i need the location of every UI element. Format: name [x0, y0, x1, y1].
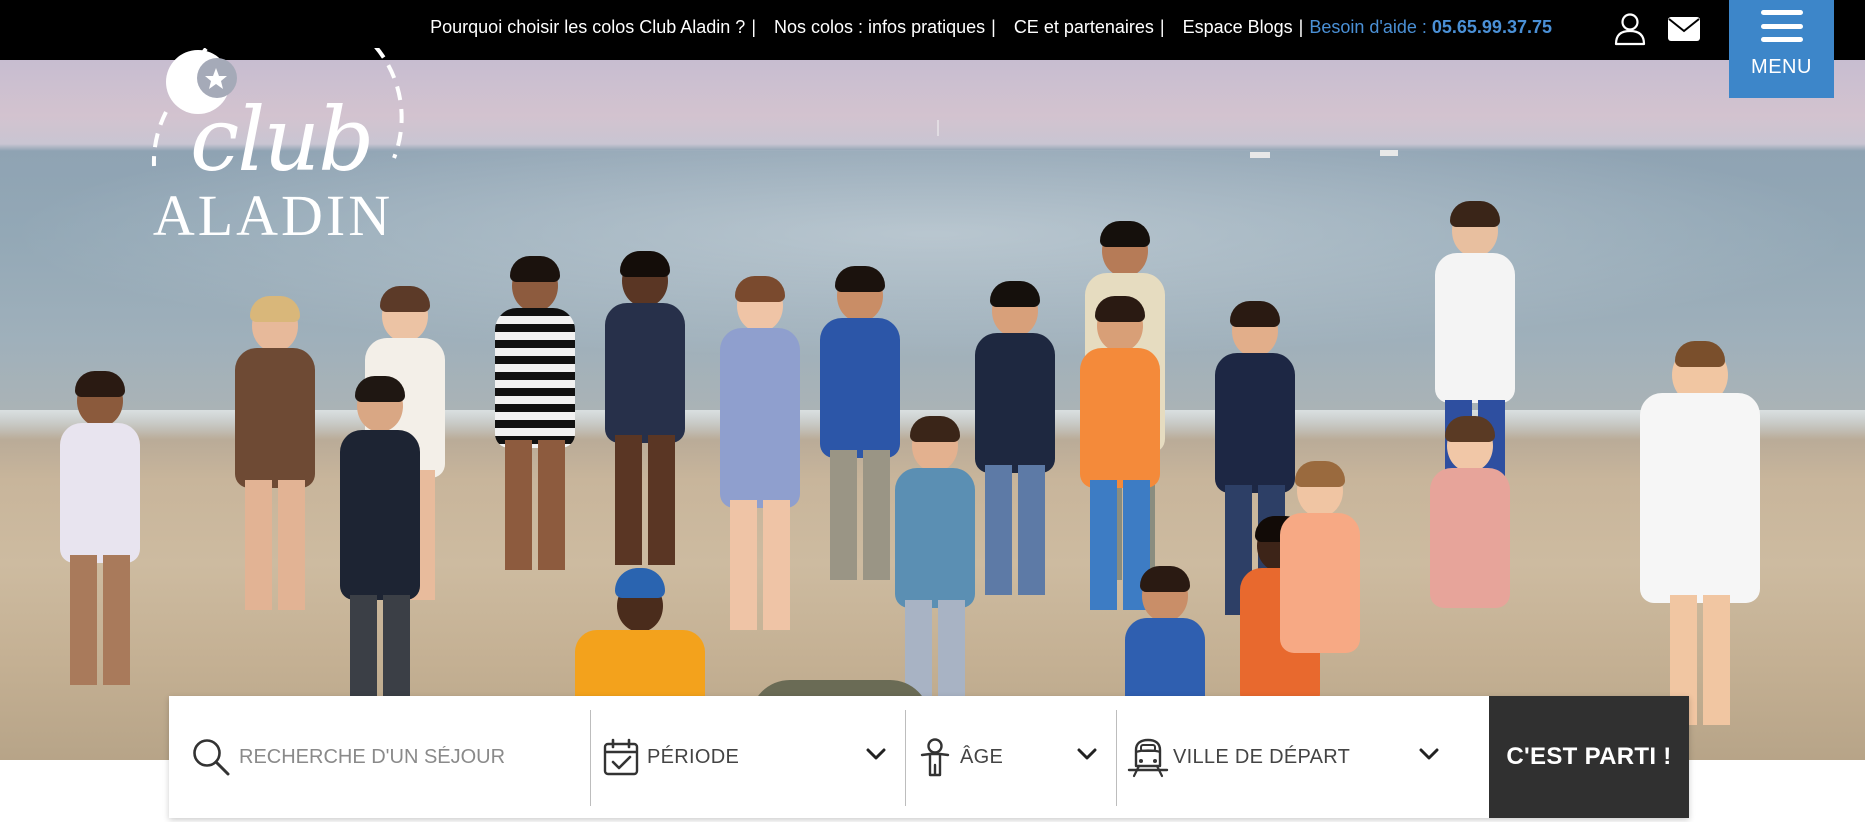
- top-navigation: Pourquoi choisir les colos Club Aladin ?…: [430, 0, 1552, 55]
- nav-link-blogs[interactable]: Espace Blogs: [1183, 17, 1293, 38]
- hamburger-icon: [1760, 8, 1803, 44]
- nav-link-practical-info[interactable]: Nos colos : infos pratiques: [774, 17, 985, 38]
- age-select[interactable]: ÂGE: [906, 696, 1117, 818]
- nav-link-why-choose[interactable]: Pourquoi choisir les colos Club Aladin ?: [430, 17, 745, 38]
- age-label: ÂGE: [960, 745, 1004, 768]
- calendar-icon: [603, 738, 639, 776]
- search-input[interactable]: [239, 745, 579, 769]
- nav-link-partners[interactable]: CE et partenaires: [1014, 17, 1154, 38]
- period-label: PÉRIODE: [647, 745, 740, 768]
- departure-city-select[interactable]: VILLE DE DÉPART: [1117, 696, 1489, 818]
- logo-script: club: [190, 88, 374, 191]
- period-select[interactable]: PÉRIODE: [591, 696, 906, 818]
- menu-button[interactable]: MENU: [1729, 0, 1834, 98]
- help-phone-number[interactable]: 05.65.99.37.75: [1432, 17, 1552, 37]
- child-icon: [920, 738, 950, 777]
- menu-label: MENU: [1751, 56, 1812, 78]
- nav-separator: |: [1298, 17, 1304, 37]
- departure-city-label: VILLE DE DÉPART: [1173, 745, 1351, 768]
- help-label: Besoin d'aide :: [1309, 17, 1432, 37]
- club-aladin-logo[interactable]: club ALADIN: [138, 48, 408, 248]
- user-icon[interactable]: [1613, 12, 1647, 46]
- search-submit-button[interactable]: C'EST PARTI !: [1489, 696, 1689, 818]
- chevron-down-icon: [1419, 748, 1439, 760]
- keyword-search-field[interactable]: [169, 696, 591, 818]
- nav-separator: |: [751, 17, 757, 37]
- envelope-icon[interactable]: [1667, 16, 1701, 42]
- logo-name: ALADIN: [152, 183, 394, 248]
- nav-separator: |: [1159, 17, 1165, 37]
- nav-separator: |: [991, 17, 996, 37]
- chevron-down-icon: [866, 748, 886, 760]
- train-icon: [1127, 738, 1169, 778]
- stay-search-bar: PÉRIODE ÂGE VILLE DE DÉPART: [169, 696, 1689, 818]
- help-contact[interactable]: Besoin d'aide : 05.65.99.37.75: [1309, 17, 1552, 38]
- chevron-down-icon: [1077, 748, 1097, 760]
- search-icon: [193, 739, 230, 776]
